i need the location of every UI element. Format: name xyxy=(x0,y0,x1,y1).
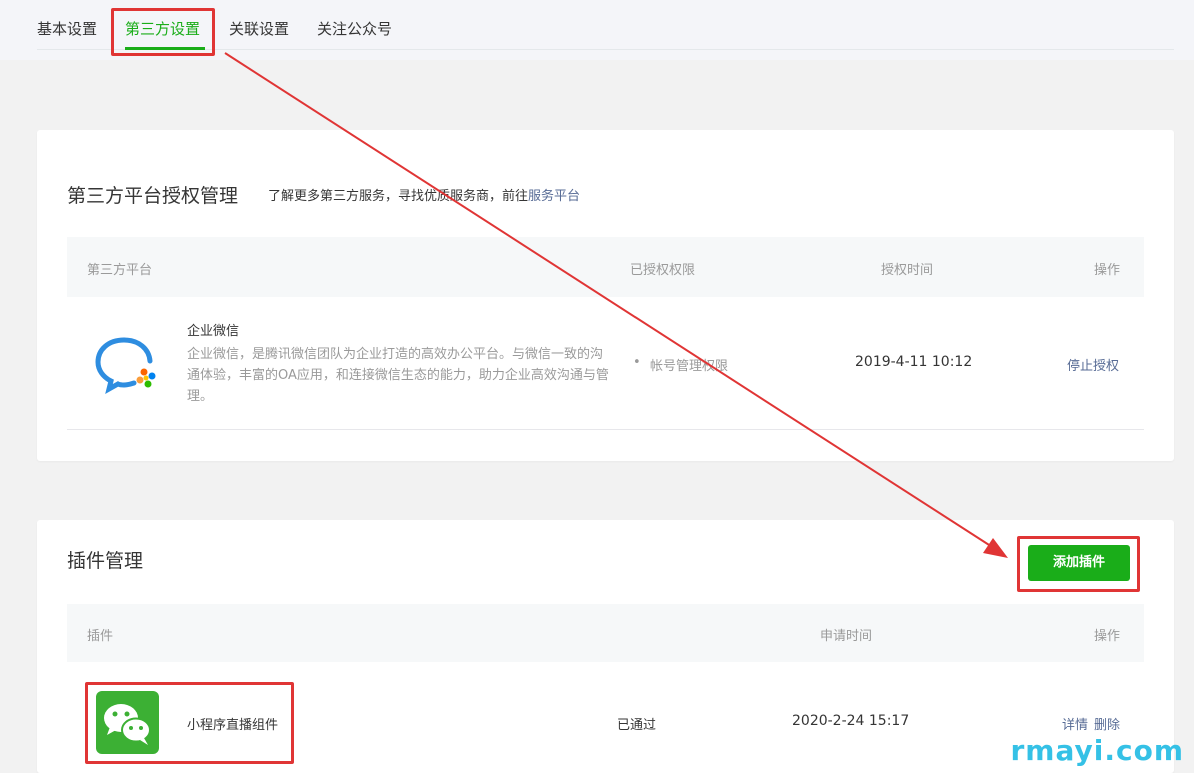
service-platform-link[interactable]: 服务平台 xyxy=(528,189,580,204)
header-plugin-action: 操作 xyxy=(1094,629,1121,644)
plugin-table-header: 插件 申请时间 操作 xyxy=(67,604,1144,662)
header-platform: 第三方平台 xyxy=(87,263,153,278)
row-divider xyxy=(67,429,1144,430)
header-plugin: 插件 xyxy=(87,629,114,644)
annotation-box-add-button xyxy=(1017,536,1140,592)
plugin-apply-time: 2020-2-24 15:17 xyxy=(792,713,910,729)
tab-association-settings[interactable]: 关联设置 xyxy=(229,18,289,39)
tab-basic-settings[interactable]: 基本设置 xyxy=(37,18,97,39)
stop-authorization-link[interactable]: 停止授权 xyxy=(1067,355,1119,374)
tab-follow-official-account[interactable]: 关注公众号 xyxy=(317,18,392,39)
wework-permission: 帐号管理权限 xyxy=(650,359,729,374)
header-apply-time: 申请时间 xyxy=(820,629,873,644)
wework-description: 企业微信，是腾讯微信团队为企业打造的高效办公平台。与微信一致的沟通体验，丰富的O… xyxy=(187,347,609,404)
header-permissions: 已授权权限 xyxy=(630,263,696,278)
plugin-delete-link[interactable]: 删除 xyxy=(1094,714,1120,733)
annotation-box-tab xyxy=(111,8,215,56)
wework-auth-time: 2019-4-11 10:12 xyxy=(855,354,973,370)
plugin-detail-link[interactable]: 详情 xyxy=(1062,714,1088,733)
bullet-icon: • xyxy=(633,355,641,370)
third-party-auth-card: 第三方平台授权管理 了解更多第三方服务，寻找优质服务商，前往服务平台 第三方平台… xyxy=(37,130,1174,461)
third-party-desc-text: 了解更多第三方服务，寻找优质服务商，前往 xyxy=(268,189,529,204)
plugin-status: 已通过 xyxy=(617,718,657,733)
annotation-box-plugin xyxy=(85,682,294,764)
auth-table-header: 第三方平台 已授权权限 授权时间 操作 xyxy=(67,237,1144,297)
wework-name: 企业微信 xyxy=(187,324,240,339)
third-party-description: 了解更多第三方服务，寻找优质服务商，前往服务平台 xyxy=(268,185,580,204)
third-party-title: 第三方平台授权管理 xyxy=(67,185,239,207)
wework-logo-icon xyxy=(95,337,156,394)
watermark: rmayi.com xyxy=(1010,734,1184,767)
plugin-management-title: 插件管理 xyxy=(67,550,144,572)
header-auth-time: 授权时间 xyxy=(881,263,934,278)
header-action: 操作 xyxy=(1094,263,1121,278)
